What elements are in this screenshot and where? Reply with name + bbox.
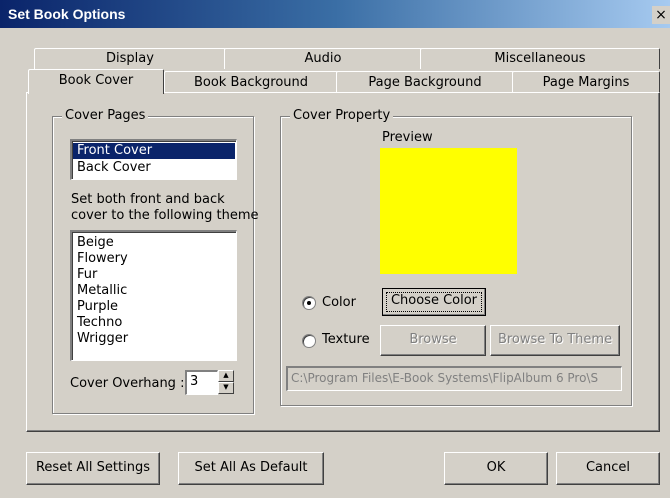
list-item-theme[interactable]: Purple xyxy=(75,299,120,315)
choose-color-button[interactable]: Choose Color xyxy=(382,288,486,316)
list-item-theme[interactable]: Wrigger xyxy=(75,331,130,347)
tab-page-background[interactable]: Page Background xyxy=(336,71,514,92)
ok-button[interactable]: OK xyxy=(444,452,548,485)
tab-book-cover[interactable]: Book Cover xyxy=(28,69,164,94)
tab-page-margins-label: Page Margins xyxy=(542,75,630,90)
close-icon[interactable]: × xyxy=(652,6,670,24)
list-item-theme[interactable]: Techno xyxy=(75,315,124,331)
cover-pages-group-label: Cover Pages xyxy=(62,109,149,123)
theme-caption-line1: Set both front and back xyxy=(71,192,225,207)
radio-selected-dot xyxy=(307,301,311,305)
tab-display[interactable]: Display xyxy=(34,48,226,69)
cancel-button[interactable]: Cancel xyxy=(556,452,660,485)
browse-button[interactable]: Browse xyxy=(380,325,486,356)
list-item-front-cover[interactable]: Front Cover xyxy=(73,143,235,159)
set-all-as-default-button[interactable]: Set All As Default xyxy=(178,452,324,485)
tab-book-background[interactable]: Book Background xyxy=(164,71,338,92)
list-item-theme[interactable]: Flowery xyxy=(75,251,130,267)
cover-overhang-input[interactable]: 3 xyxy=(185,370,218,395)
list-item-theme[interactable]: Beige xyxy=(75,235,116,251)
spin-up-icon[interactable]: ▲ xyxy=(218,370,234,382)
texture-radio[interactable] xyxy=(302,334,316,348)
tab-book-cover-label: Book Cover xyxy=(58,73,134,88)
tab-miscellaneous[interactable]: Miscellaneous xyxy=(420,48,660,69)
texture-path-field[interactable]: C:\Program Files\E-Book Systems\FlipAlbu… xyxy=(286,366,622,391)
color-radio[interactable] xyxy=(302,296,316,310)
tab-audio-label: Audio xyxy=(304,51,342,66)
color-preview-swatch xyxy=(380,148,517,274)
tab-book-background-label: Book Background xyxy=(193,75,309,90)
list-item-theme[interactable]: Metallic xyxy=(75,283,129,299)
reset-all-settings-button[interactable]: Reset All Settings xyxy=(26,452,160,485)
tab-display-label: Display xyxy=(106,51,154,66)
cover-pages-list[interactable]: Front Cover Back Cover xyxy=(70,139,237,180)
browse-to-theme-button[interactable]: Browse To Theme xyxy=(490,325,620,356)
tab-audio[interactable]: Audio xyxy=(224,48,422,69)
preview-label: Preview xyxy=(382,130,433,145)
cover-property-group-label: Cover Property xyxy=(290,109,394,123)
spin-down-icon[interactable]: ▼ xyxy=(218,382,234,394)
window-title: Set Book Options xyxy=(8,6,126,22)
theme-caption-line2: cover to the following theme xyxy=(71,208,259,223)
tab-miscellaneous-label: Miscellaneous xyxy=(494,51,586,66)
theme-list[interactable]: Beige Flowery Fur Metallic Purple Techno… xyxy=(70,230,237,361)
tab-page-margins[interactable]: Page Margins xyxy=(512,71,660,92)
cover-overhang-label: Cover Overhang : xyxy=(70,376,185,391)
tab-page-background-label: Page Background xyxy=(368,75,482,90)
list-item-back-cover[interactable]: Back Cover xyxy=(75,160,153,176)
list-item-theme[interactable]: Fur xyxy=(75,267,99,283)
texture-option-label: Texture xyxy=(322,332,370,347)
color-option-label: Color xyxy=(322,295,356,310)
